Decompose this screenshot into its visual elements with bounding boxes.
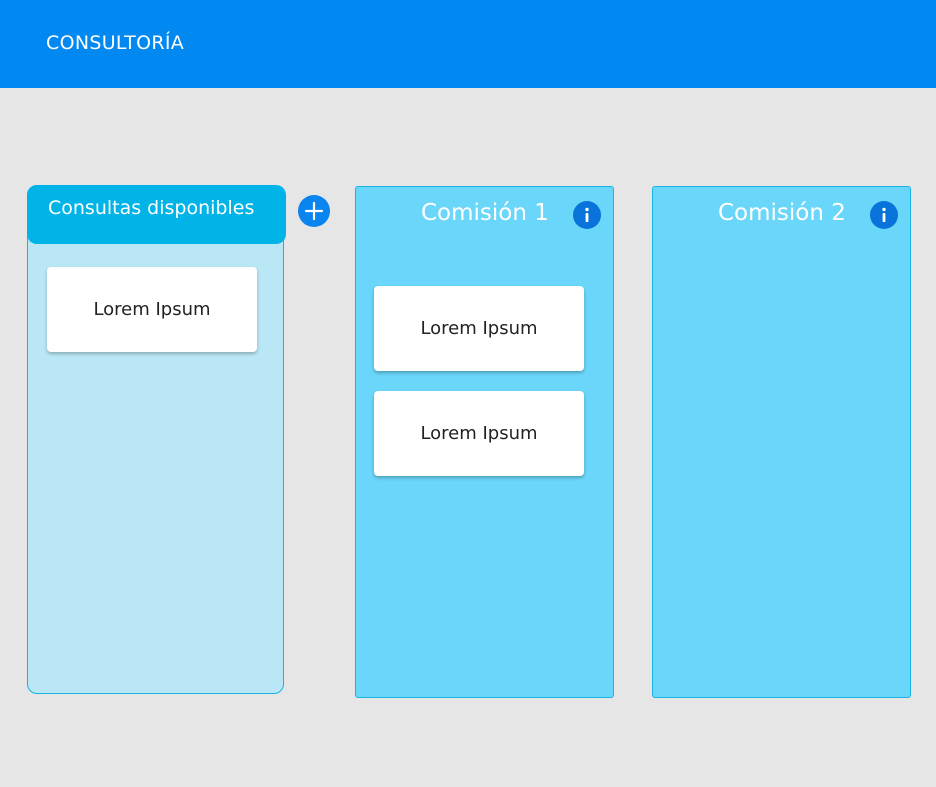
info-icon bbox=[882, 207, 886, 222]
available-consultations-title: Consultas disponibles bbox=[48, 197, 255, 219]
available-consultations-header: Consultas disponibles bbox=[27, 185, 286, 244]
consultation-card[interactable]: Lorem Ipsum bbox=[374, 391, 584, 476]
add-commission-button[interactable] bbox=[298, 195, 330, 227]
info-icon bbox=[585, 207, 589, 222]
consultation-card[interactable]: Lorem Ipsum bbox=[47, 267, 257, 352]
consultation-card[interactable]: Lorem Ipsum bbox=[374, 286, 584, 371]
available-consultations-column: Consultas disponibles Lorem Ipsum bbox=[27, 185, 286, 694]
top-app-bar: CONSULTORÍA bbox=[0, 0, 936, 88]
plus-icon bbox=[304, 201, 324, 221]
commission-column-1: Comisión 1 Lorem Ipsum Lorem Ipsum bbox=[355, 186, 614, 698]
commission-2-title: Comisión 2 bbox=[718, 200, 846, 226]
commission-2-info-button[interactable] bbox=[870, 201, 898, 229]
commission-column-2: Comisión 2 bbox=[652, 186, 911, 698]
commission-1-info-button[interactable] bbox=[573, 201, 601, 229]
app-title: CONSULTORÍA bbox=[46, 32, 185, 54]
commission-1-title: Comisión 1 bbox=[421, 200, 549, 226]
